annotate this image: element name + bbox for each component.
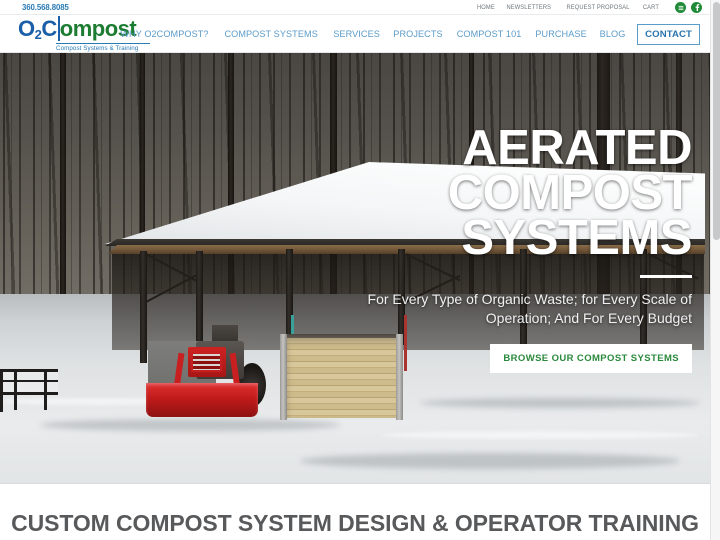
tractor-grille [191,352,222,372]
logo-letter-o: O [18,16,35,41]
tree-trunk [60,53,66,333]
site-header: O2C ompost Compost Systems & Training WHY… [0,15,710,53]
pavilion-post [140,251,147,363]
tractor-bucket [146,383,258,417]
utility-link-newsletters[interactable]: NEWSLETTERS [507,4,552,11]
nav-item-compost-101[interactable]: COMPOST 101 [457,29,522,40]
nav-item-compost-systems[interactable]: COMPOST SYSTEMS [225,29,318,40]
page-scrollbar[interactable] [710,0,720,540]
browse-compost-systems-button[interactable]: BROWSE OUR COMPOST SYSTEMS [490,344,692,373]
gate-leg [0,372,3,412]
utility-links: HOME NEWSLETTERS REQUEST PROPOSAL CART [476,0,702,15]
phone-link[interactable]: 360.568.8085 [22,2,69,12]
intro-section: CUSTOM COMPOST SYSTEM DESIGN & OPERATOR … [0,484,710,540]
intro-heading: CUSTOM COMPOST SYSTEM DESIGN & OPERATOR … [11,510,699,536]
gate-rail [0,380,58,382]
nav-item-purchase[interactable]: PURCHASE [535,29,586,40]
gate-leg [14,372,17,410]
utility-bar: 360.568.8085 HOME NEWSLETTERS REQUEST PR… [0,0,710,15]
nav-item-contact[interactable]: CONTACT [637,23,700,45]
main-navigation: WHY O2COMPOST? COMPOST SYSTEMS SERVICES … [118,15,700,53]
nav-item-blog[interactable]: BLOG [600,29,626,40]
compost-bay-post [280,334,287,420]
metal-gate [0,369,58,395]
facebook-icon[interactable] [691,2,702,13]
snow-texture [40,419,340,431]
utility-link-cart[interactable]: CART [643,4,659,11]
gate-leg [44,372,47,410]
utility-link-home[interactable]: HOME [477,4,495,11]
hero-subtitle: For Every Type of Organic Waste; for Eve… [367,291,692,326]
social-links [675,2,702,13]
hero-title-line-1: AERATED [462,121,692,175]
scrollbar-thumb[interactable] [713,2,720,240]
hero-banner: AERATED COMPOST SYSTEMS For Every Type o… [0,53,710,484]
hero-title-line-2: COMPOST [447,166,693,220]
snow-texture [380,431,700,439]
snow-texture [300,453,680,469]
hero-divider [640,275,692,278]
utility-link-request-proposal[interactable]: REQUEST PROPOSAL [566,4,629,11]
page-viewport: 360.568.8085 HOME NEWSLETTERS REQUEST PR… [0,0,710,540]
browser-page: 360.568.8085 HOME NEWSLETTERS REQUEST PR… [0,0,720,540]
pavilion-post [196,251,203,351]
hero-content: AERATED COMPOST SYSTEMS For Every Type o… [362,121,693,373]
hero-title: AERATED COMPOST SYSTEMS [362,121,693,265]
hero-title-line-3: SYSTEMS [461,211,692,265]
nav-item-projects[interactable]: PROJECTS [393,29,442,40]
nav-item-services[interactable]: SERVICES [333,29,380,40]
blog-icon[interactable] [675,2,686,13]
snow-texture [420,398,700,408]
logo-letter-c: C [41,16,60,41]
logo-subscript-two: 2 [34,27,42,42]
nav-item-why-o2compost[interactable]: WHY O2COMPOST? [121,29,209,40]
